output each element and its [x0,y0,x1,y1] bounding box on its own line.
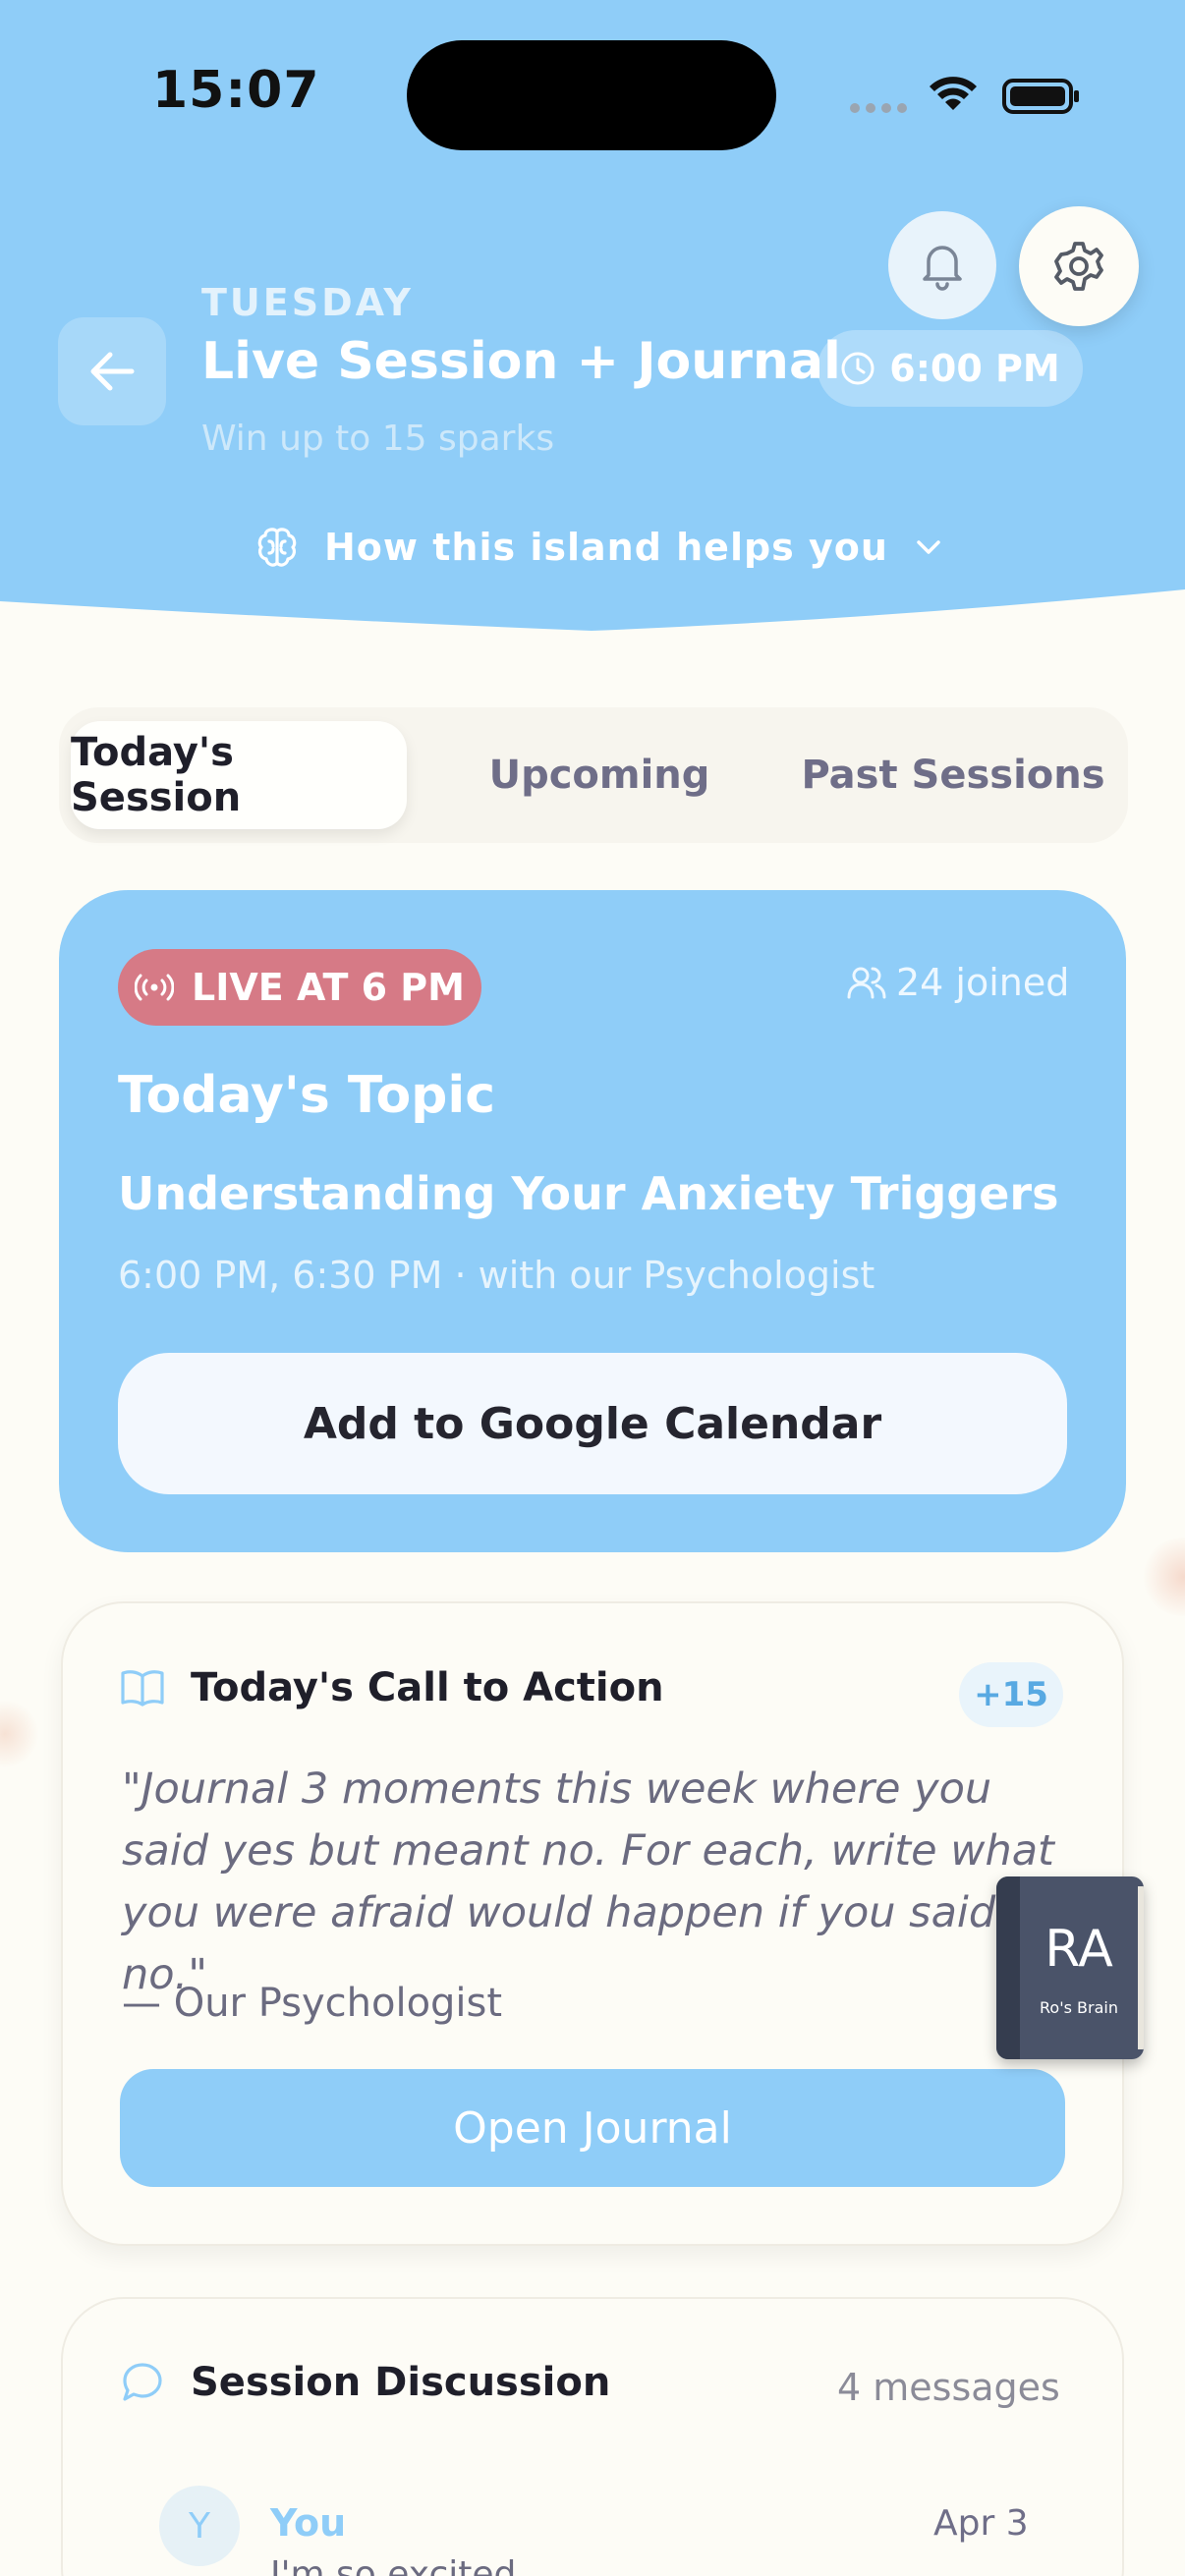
page-title: Live Session + Journal [201,332,841,391]
users-icon [847,967,886,999]
message-date: Apr 3 [933,2503,1029,2544]
message-author: You [270,2501,347,2545]
status-time: 15:07 [152,61,320,120]
tab-upcoming[interactable]: Upcoming [452,721,747,829]
call-to-action-quote: "Journal 3 moments this week where you s… [122,1764,1054,1999]
gear-icon [1054,242,1103,291]
broadcast-icon [135,974,175,1001]
dynamic-island [407,40,776,150]
avatar: Y [159,2486,240,2566]
session-time-pill: 6:00 PM [818,330,1083,407]
chat-bubble-icon [123,2363,162,2401]
day-label: TUESDAY [201,281,414,324]
discussion-title: Session Discussion [191,2360,611,2405]
open-book-icon [121,1670,164,1707]
book-pages-edge [1138,1886,1144,2049]
tab-label: Past Sessions [801,753,1105,798]
quote-attribution: — Our Psychologist [122,1981,503,2026]
call-to-action-title: Today's Call to Action [191,1665,664,1710]
live-badge-label: LIVE AT 6 PM [192,966,465,1009]
discussion-header: Session Discussion [120,2360,610,2405]
live-badge: LIVE AT 6 PM [118,949,481,1026]
session-time: 6:00 PM [889,347,1060,390]
add-to-google-calendar-button[interactable]: Add to Google Calendar [118,1353,1067,1494]
message-count: 4 messages [837,2366,1060,2409]
tab-label: Upcoming [488,753,710,798]
status-icons [847,69,1083,118]
session-tabs: Today's Session Upcoming Past Sessions [59,707,1128,843]
joined-count: 24 joined [847,961,1069,1004]
decorative-blob [0,1700,39,1768]
tab-past-sessions[interactable]: Past Sessions [786,721,1120,829]
sparks-subtitle: Win up to 15 sparks [201,419,555,459]
topic-title: Understanding Your Anxiety Triggers [118,1167,1059,1220]
bell-icon [923,246,962,291]
book-subtitle: Ro's Brain [1040,1998,1118,2017]
back-button[interactable] [58,317,166,425]
floating-brain-book-button[interactable]: RA Ro's Brain [996,1876,1144,2059]
wifi-icon [930,77,977,110]
open-journal-button[interactable]: Open Journal [120,2069,1065,2187]
brain-icon [257,528,297,567]
signal-icon [850,103,907,113]
notifications-button[interactable] [888,211,996,319]
tab-label: Today's Session [71,730,242,820]
battery-icon [1002,79,1079,114]
clock-icon [841,352,875,385]
session-meta: 6:00 PM, 6:30 PM · with our Psychologist [118,1254,875,1297]
settings-button[interactable] [1019,206,1139,326]
how-island-helps-toggle[interactable]: How this island helps you [254,518,945,577]
book-initials: RA [1044,1920,1113,1979]
sparks-reward-badge: +15 [959,1662,1063,1727]
topic-label: Today's Topic [118,1066,496,1125]
call-to-action-header: Today's Call to Action [120,1665,664,1710]
chevron-down-icon [917,540,940,554]
book-spine [996,1876,1020,2059]
joined-count-label: 24 joined [896,961,1070,1004]
back-arrow-icon [90,352,135,391]
how-island-helps-label: How this island helps you [324,526,888,569]
tab-todays-session[interactable]: Today's Session [71,721,407,829]
decorative-blob [1140,1538,1185,1616]
message-text: I'm so excited... [270,2554,550,2576]
